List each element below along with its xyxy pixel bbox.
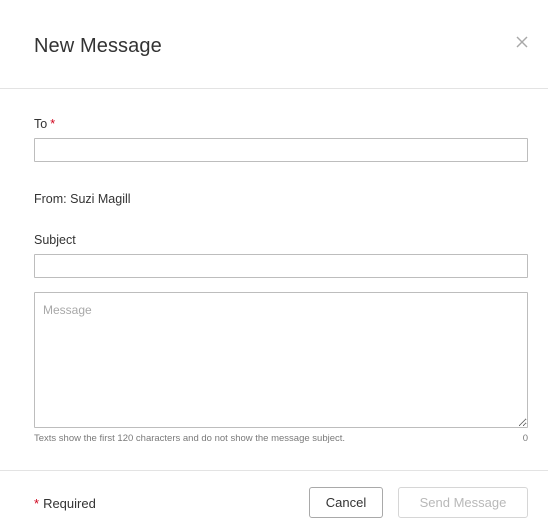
subject-input[interactable] [34, 254, 528, 278]
message-textarea[interactable] [34, 292, 528, 428]
dialog-title: New Message [34, 35, 162, 57]
new-message-dialog: New Message To * From: Suzi Magill Subjec… [0, 0, 548, 531]
from-text: From: Suzi Magill [34, 192, 131, 206]
required-marker: * [34, 496, 40, 511]
send-message-button[interactable]: Send Message [398, 487, 528, 518]
cancel-button[interactable]: Cancel [309, 487, 383, 518]
close-button[interactable] [511, 31, 533, 53]
to-label: To * [34, 117, 55, 131]
to-required-marker: * [50, 117, 56, 131]
close-icon [516, 36, 528, 48]
required-label: Required [43, 496, 96, 511]
dialog-footer: * Required Cancel Send Message [0, 470, 548, 532]
to-label-text: To [34, 117, 48, 131]
character-counter: 0 [522, 433, 528, 444]
required-note: * Required [34, 496, 96, 511]
dialog-header: New Message [0, 0, 548, 89]
subject-label: Subject [34, 233, 76, 247]
message-hint: Texts show the first 120 characters and … [34, 433, 346, 444]
to-input[interactable] [34, 138, 528, 162]
